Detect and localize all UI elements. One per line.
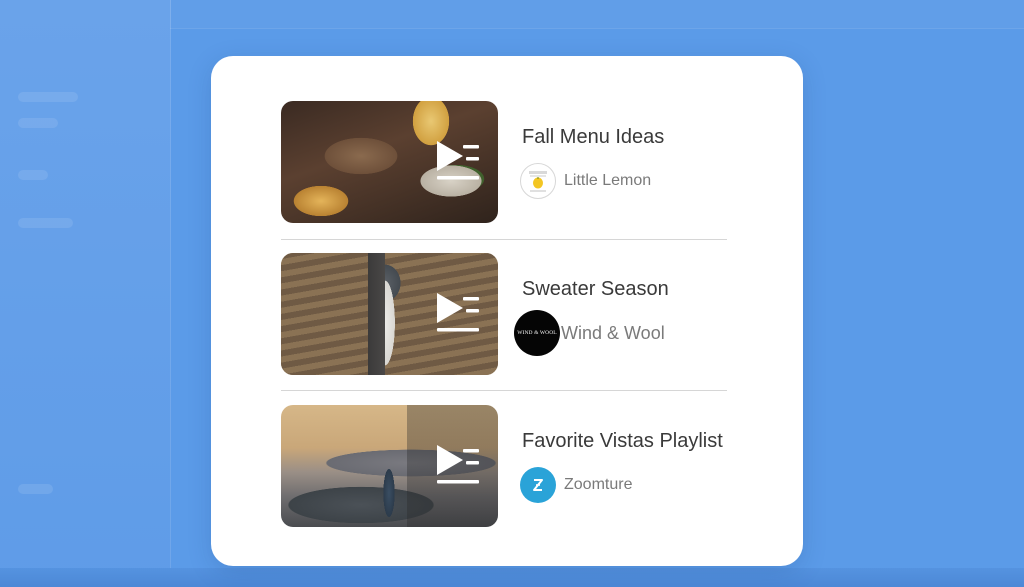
playlist-thumbnail[interactable] (281, 253, 498, 375)
playlist-item-favorite-vistas[interactable]: Favorite Vistas Playlist Zoomture (281, 405, 727, 527)
little-lemon-logo (520, 163, 556, 199)
background-placeholder-line (18, 170, 48, 180)
playlist-thumbnail[interactable] (281, 405, 498, 527)
playlist-title[interactable]: Favorite Vistas Playlist (522, 430, 723, 453)
channel-link[interactable]: Little Lemon (520, 162, 651, 200)
playlist-title[interactable]: Sweater Season (522, 278, 669, 301)
playlist-title[interactable]: Fall Menu Ideas (522, 126, 664, 149)
play-playlist-icon (437, 141, 479, 180)
background-placeholder-line (18, 92, 78, 102)
zoomture-logo (520, 467, 556, 503)
background-placeholder-line (18, 118, 58, 128)
channel-name: Little Lemon (564, 172, 652, 189)
playlist-item-fall-menu-ideas[interactable]: Fall Menu Ideas Little Lemon (281, 101, 727, 223)
channel-name: Wind & Wool (561, 322, 665, 343)
playlist-item-sweater-season[interactable]: Sweater Season WIND & WOOL Wind & Wool (281, 253, 727, 375)
channel-link[interactable]: WIND & WOOL Wind & Wool (514, 310, 665, 356)
play-playlist-icon (437, 293, 479, 332)
item-divider (281, 390, 727, 391)
background-placeholder-line (18, 218, 73, 228)
background-sidebar (0, 0, 171, 587)
channel-name: Zoomture (564, 476, 633, 493)
playlist-thumbnail[interactable] (281, 101, 498, 223)
channel-link[interactable]: Zoomture (520, 466, 632, 504)
playlist-card: Fall Menu Ideas Little Lemon Sweater Sea… (211, 56, 803, 566)
background-placeholder-line (18, 484, 53, 494)
item-divider (281, 239, 727, 240)
background-topbar (170, 0, 1024, 29)
play-playlist-icon (437, 445, 479, 484)
background-bottom-bar (0, 568, 1024, 587)
wind-and-wool-logo: WIND & WOOL (514, 310, 560, 356)
wind-and-wool-logo-text: WIND & WOOL (517, 330, 557, 336)
